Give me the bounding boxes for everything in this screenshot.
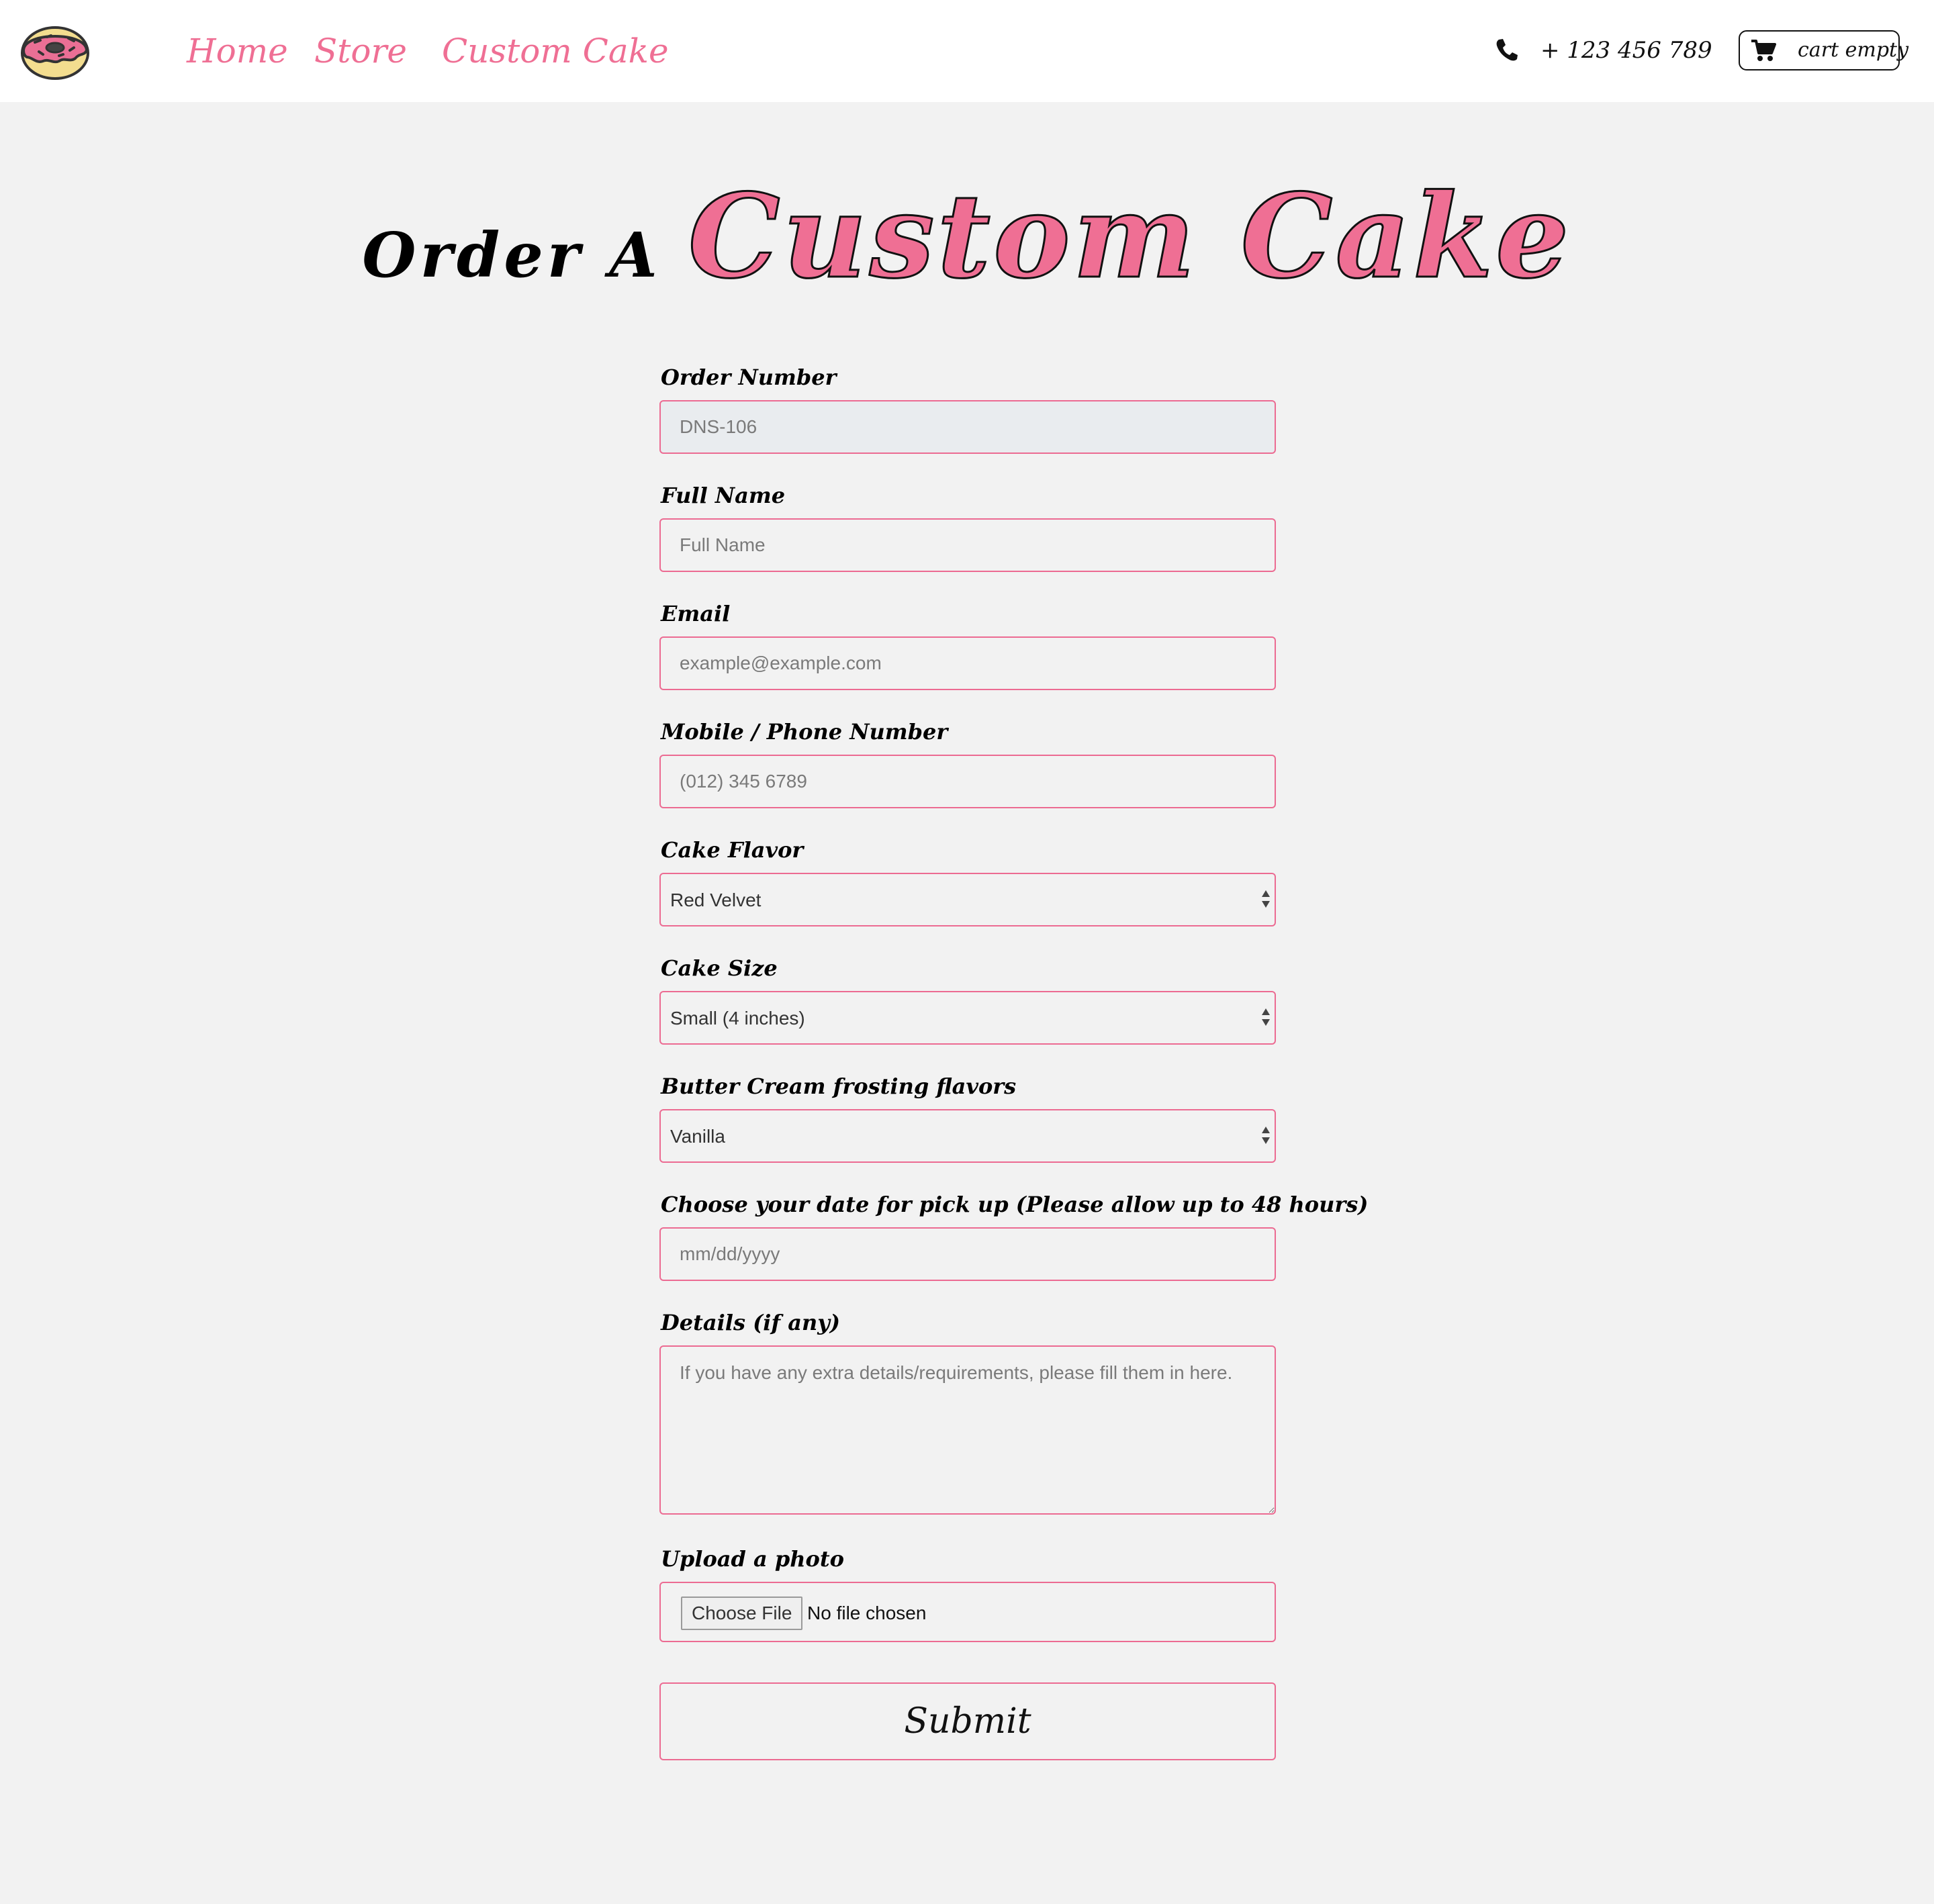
page-title-prefix: Order A xyxy=(362,219,661,291)
full-name-field[interactable] xyxy=(659,518,1276,572)
frosting-flavor-select-wrap: Vanilla xyxy=(659,1109,1276,1163)
donut-logo[interactable] xyxy=(20,22,90,80)
page-title: Order A Custom Cake xyxy=(0,167,1934,305)
phone-field[interactable] xyxy=(659,755,1276,808)
pickup-date-field[interactable] xyxy=(659,1227,1276,1281)
cart-icon xyxy=(1751,40,1776,61)
cake-size-label: Cake Size xyxy=(661,955,778,981)
choose-file-button[interactable]: Choose File xyxy=(681,1597,803,1630)
frosting-flavor-label: Butter Cream frosting flavors xyxy=(661,1074,1017,1099)
details-textarea[interactable] xyxy=(659,1345,1276,1515)
email-field[interactable] xyxy=(659,636,1276,690)
photo-upload-field: Choose File No file chosen xyxy=(659,1582,1276,1642)
phone-icon xyxy=(1496,39,1518,61)
page-title-main: Custom Cake xyxy=(687,167,1572,305)
order-number-field xyxy=(659,400,1276,454)
nav-link-custom-cake[interactable]: Custom Cake xyxy=(442,26,669,77)
upload-photo-label: Upload a photo xyxy=(661,1546,845,1572)
phone-number[interactable]: + 123 456 789 xyxy=(1540,32,1712,68)
submit-button[interactable]: Submit xyxy=(659,1682,1276,1760)
top-navbar: Home Store Custom Cake + 123 456 789 car… xyxy=(0,0,1934,102)
order-number-label: Order Number xyxy=(661,365,837,390)
details-label: Details (if any) xyxy=(661,1310,841,1335)
nav-link-home[interactable]: Home xyxy=(187,26,288,77)
cake-flavor-select-wrap: Red Velvet xyxy=(659,873,1276,926)
custom-cake-order-form: Order Number Full Name Email Mobile / Ph… xyxy=(659,363,1369,1760)
phone-label: Mobile / Phone Number xyxy=(661,719,948,745)
pickup-date-label: Choose your date for pick up (Please all… xyxy=(661,1192,1369,1217)
cart-status-label: cart empty xyxy=(1798,38,1909,62)
cake-flavor-label: Cake Flavor xyxy=(661,837,804,863)
cake-size-select-wrap: Small (4 inches) xyxy=(659,991,1276,1045)
cake-size-select[interactable]: Small (4 inches) xyxy=(659,991,1276,1045)
file-status-text: No file chosen xyxy=(807,1603,927,1623)
full-name-label: Full Name xyxy=(661,483,786,508)
email-label: Email xyxy=(661,601,731,626)
frosting-flavor-select[interactable]: Vanilla xyxy=(659,1109,1276,1163)
nav-link-store[interactable]: Store xyxy=(314,26,407,77)
cake-flavor-select[interactable]: Red Velvet xyxy=(659,873,1276,926)
cart-button[interactable]: cart empty xyxy=(1739,30,1908,70)
